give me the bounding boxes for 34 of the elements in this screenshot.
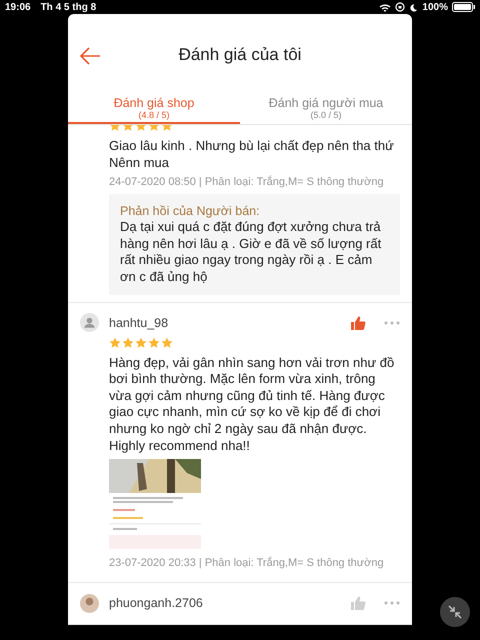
review-meta: 24-07-2020 08:50 | Phân loại: Trắng,M= S thông thường: [109, 176, 385, 188]
date-text: Th 4 5 thg 8: [40, 2, 96, 12]
page-title: Đánh giá của tôi: [178, 45, 302, 65]
review-text: Giao lâu kinh . Nhưng bù lại chất đẹp nên tha thứ Nênn mua: [109, 138, 395, 172]
avatar-icon: [80, 313, 99, 332]
review-text: Hàng đẹp, vải gân nhìn sang hơn vải trơn như đồ bơi bình thường. Mặc lên form vừa xinh, trông vừa gợi cảm nhưng cũng đủ tinh tế. Hàng được giao cực nhanh, mìn cứ sợ ko về kịp để đi chơi nhưng ko ngờ chỉ 2 ngày sau đã nhận được. Highly recommend nha!!: [109, 354, 396, 454]
user-name: phuonganh.2706: [109, 596, 204, 610]
more-icon: [384, 600, 400, 606]
thumbs-up-icon: [350, 595, 366, 612]
user-name: hanhtu_98: [109, 316, 170, 330]
tab[interactable]: Đánh giá người mua (5.0 / 5): [240, 96, 412, 124]
back-button[interactable]: [78, 46, 102, 66]
battery-icon: [452, 2, 475, 12]
star-icon: [135, 336, 147, 348]
reply-text: Dạ tại xui quá c đặt đúng đợt xưởng chưa trả hàng nên hơi lâu ạ . Giờ e đã về số lượng rất rất nhiều giao ngay trong ngày rồi ạ . E cảm ơn c đã ủng hộ: [120, 219, 382, 286]
star-icon: [109, 336, 121, 348]
star-icon: [122, 336, 134, 348]
like-button[interactable]: [350, 314, 366, 331]
battery-percent: 100%: [422, 2, 448, 12]
star-icon: [148, 336, 160, 348]
review-meta: 23-07-2020 20:33 | Phân loại: Trắng,M= S thông thường: [109, 557, 385, 570]
collapse-button[interactable]: [440, 597, 470, 627]
star-icon: [161, 336, 173, 348]
more-button[interactable]: [384, 320, 400, 326]
clock-time: 19:06: [5, 2, 31, 12]
rotation-lock-icon: [395, 2, 406, 12]
collapse-icon: [448, 605, 462, 619]
wifi-icon: [379, 2, 392, 12]
reply-label: Phản hồi của Người bán:: [120, 203, 261, 220]
more-button[interactable]: [384, 600, 400, 606]
thumbs-up-icon: [350, 314, 366, 331]
more-icon: [384, 320, 400, 326]
back-arrow-icon: [79, 46, 101, 66]
moon-icon: [409, 2, 418, 12]
